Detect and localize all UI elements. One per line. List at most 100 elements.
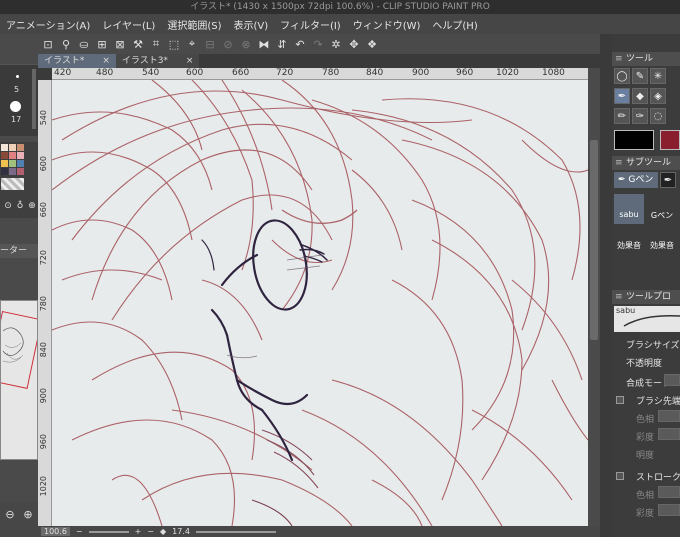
- rotation-angle[interactable]: 17.4: [172, 527, 190, 536]
- resize-icon[interactable]: ⌖: [184, 36, 200, 52]
- hue-slider[interactable]: [658, 486, 680, 498]
- zoom-out-icon[interactable]: ⊖: [2, 506, 18, 522]
- menu-window[interactable]: ウィンドウ(W): [347, 17, 427, 32]
- drop-icon[interactable]: ♁: [14, 200, 26, 212]
- sparkle-icon[interactable]: ✳: [650, 68, 666, 84]
- crop-icon[interactable]: ⌗: [148, 36, 164, 52]
- subtool-item-sfx[interactable]: 効果音: [646, 230, 678, 254]
- color-swatch[interactable]: [9, 144, 16, 151]
- lasso-icon[interactable]: ◯: [614, 68, 630, 84]
- move-icon[interactable]: ✥: [346, 36, 362, 52]
- zoom-in-icon[interactable]: ⊕: [20, 506, 36, 522]
- zoom-slider[interactable]: [88, 530, 129, 533]
- zoom-plus-icon[interactable]: +: [135, 527, 142, 536]
- brush-tip-checkbox[interactable]: [616, 396, 624, 404]
- color-swatch[interactable]: [9, 152, 16, 159]
- fill-icon[interactable]: ⛀: [76, 36, 92, 52]
- ruler-icon[interactable]: ⊘: [220, 36, 236, 52]
- saturation-slider[interactable]: [658, 504, 680, 516]
- reset-icon[interactable]: ✲: [328, 36, 344, 52]
- menu-view[interactable]: 表示(V): [227, 17, 274, 32]
- pen-icon[interactable]: ✒: [660, 172, 676, 188]
- subtool-label: sabu: [619, 210, 639, 219]
- rotate-icon[interactable]: ❖: [364, 36, 380, 52]
- transform-icon[interactable]: ⊞: [94, 36, 110, 52]
- close-icon[interactable]: ×: [102, 54, 110, 68]
- search-icon[interactable]: ⚲: [58, 36, 74, 52]
- eraser-icon[interactable]: ◆: [632, 88, 648, 104]
- color-swatch[interactable]: [1, 168, 8, 175]
- close-icon[interactable]: ×: [186, 54, 194, 68]
- snap-icon[interactable]: ⊗: [238, 36, 254, 52]
- deselect-icon[interactable]: ⊠: [112, 36, 128, 52]
- hue-slider[interactable]: [658, 410, 680, 422]
- clear-icon[interactable]: ⊡: [40, 36, 56, 52]
- color-swatch[interactable]: [1, 152, 8, 159]
- brush-size-large[interactable]: [10, 101, 21, 112]
- subtool-label: 効果音: [617, 241, 641, 250]
- color-swatch[interactable]: [1, 160, 8, 167]
- sub-color-swatch[interactable]: [660, 130, 680, 150]
- tab-illustration[interactable]: イラスト* ×: [38, 54, 116, 68]
- select-icon[interactable]: ⬚: [166, 36, 182, 52]
- rotate-slider[interactable]: [195, 530, 276, 533]
- fill-icon[interactable]: ◈: [650, 88, 666, 104]
- transparent-swatch[interactable]: [1, 178, 24, 190]
- panel-scrollbar[interactable]: [32, 69, 36, 129]
- color-swatch[interactable]: [17, 160, 24, 167]
- undo-icon[interactable]: ↶: [292, 36, 308, 52]
- ruler-tick: 540: [39, 110, 48, 126]
- wrench-icon[interactable]: ⚒: [130, 36, 146, 52]
- drawing-canvas[interactable]: [52, 80, 588, 526]
- color-swatch[interactable]: [9, 160, 16, 167]
- menu-layer[interactable]: レイヤー(L): [96, 17, 161, 32]
- menu-selection[interactable]: 選択範囲(S): [161, 17, 227, 32]
- pencil-icon[interactable]: ✏: [614, 108, 630, 124]
- saturation-slider[interactable]: [658, 428, 680, 440]
- subtool-panel-header[interactable]: サブツール: [612, 156, 680, 170]
- menu-bar: アニメーション(A) レイヤー(L) 選択範囲(S) 表示(V) フィルター(I…: [0, 14, 680, 34]
- blend-mode-select[interactable]: [664, 374, 680, 386]
- color-swatch[interactable]: [1, 144, 8, 151]
- redo-icon[interactable]: ↷: [310, 36, 326, 52]
- subtool-item-gpen[interactable]: Gペン: [646, 194, 678, 224]
- color-swatch[interactable]: [17, 152, 24, 159]
- stroke-checkbox[interactable]: [616, 472, 624, 480]
- main-color-swatch[interactable]: [614, 130, 654, 150]
- navigator-preview[interactable]: [0, 300, 38, 460]
- zoom-level[interactable]: 100.6: [41, 527, 70, 536]
- flip-horizontal-icon[interactable]: ⧓: [256, 36, 272, 52]
- subtool-item-sfx[interactable]: 効果音: [614, 230, 644, 254]
- eyedropper-icon[interactable]: ✎: [632, 68, 648, 84]
- subtool-item-sabu[interactable]: sabu: [614, 194, 644, 224]
- sketch-artwork: [52, 80, 588, 526]
- grid-icon[interactable]: ⊟: [202, 36, 218, 52]
- ruler-tick: 780: [39, 296, 48, 312]
- color-swatch[interactable]: [9, 168, 16, 175]
- menu-animation[interactable]: アニメーション(A): [0, 17, 96, 32]
- menu-filter[interactable]: フィルター(I): [274, 17, 347, 32]
- add-icon[interactable]: ⊕: [26, 200, 38, 212]
- flip-vertical-icon[interactable]: ⇵: [274, 36, 290, 52]
- tool-property-header[interactable]: ツールプロ: [612, 290, 680, 304]
- rotate-handle-icon[interactable]: ◆: [160, 527, 166, 536]
- zoom-minus-icon[interactable]: −: [76, 527, 83, 536]
- rotate-left-icon[interactable]: −: [147, 527, 154, 536]
- tool-panel-header[interactable]: ツール: [612, 52, 680, 66]
- color-swatch[interactable]: [17, 144, 24, 151]
- ruler-tick: 480: [96, 68, 114, 78]
- navigator-controls: ⊖ ⊕: [0, 502, 38, 537]
- pen-icon[interactable]: ✒: [614, 88, 630, 104]
- brush-icon[interactable]: ✑: [632, 108, 648, 124]
- tab-illustration-3[interactable]: イラスト3* ×: [115, 54, 200, 68]
- eyedropper-icon[interactable]: ⊙: [2, 200, 14, 212]
- menu-help[interactable]: ヘルプ(H): [426, 17, 483, 32]
- scrollbar-thumb[interactable]: [590, 140, 598, 340]
- pen-icon: ✒: [618, 175, 626, 185]
- brush-size-small[interactable]: [16, 75, 19, 78]
- subtool-tab-gpen[interactable]: ✒ Gペン: [614, 172, 658, 188]
- prop-saturation: 彩度: [636, 509, 655, 519]
- airbrush-icon[interactable]: ◌: [650, 108, 666, 124]
- prop-hue: 色相: [636, 415, 655, 425]
- color-swatch[interactable]: [17, 168, 24, 175]
